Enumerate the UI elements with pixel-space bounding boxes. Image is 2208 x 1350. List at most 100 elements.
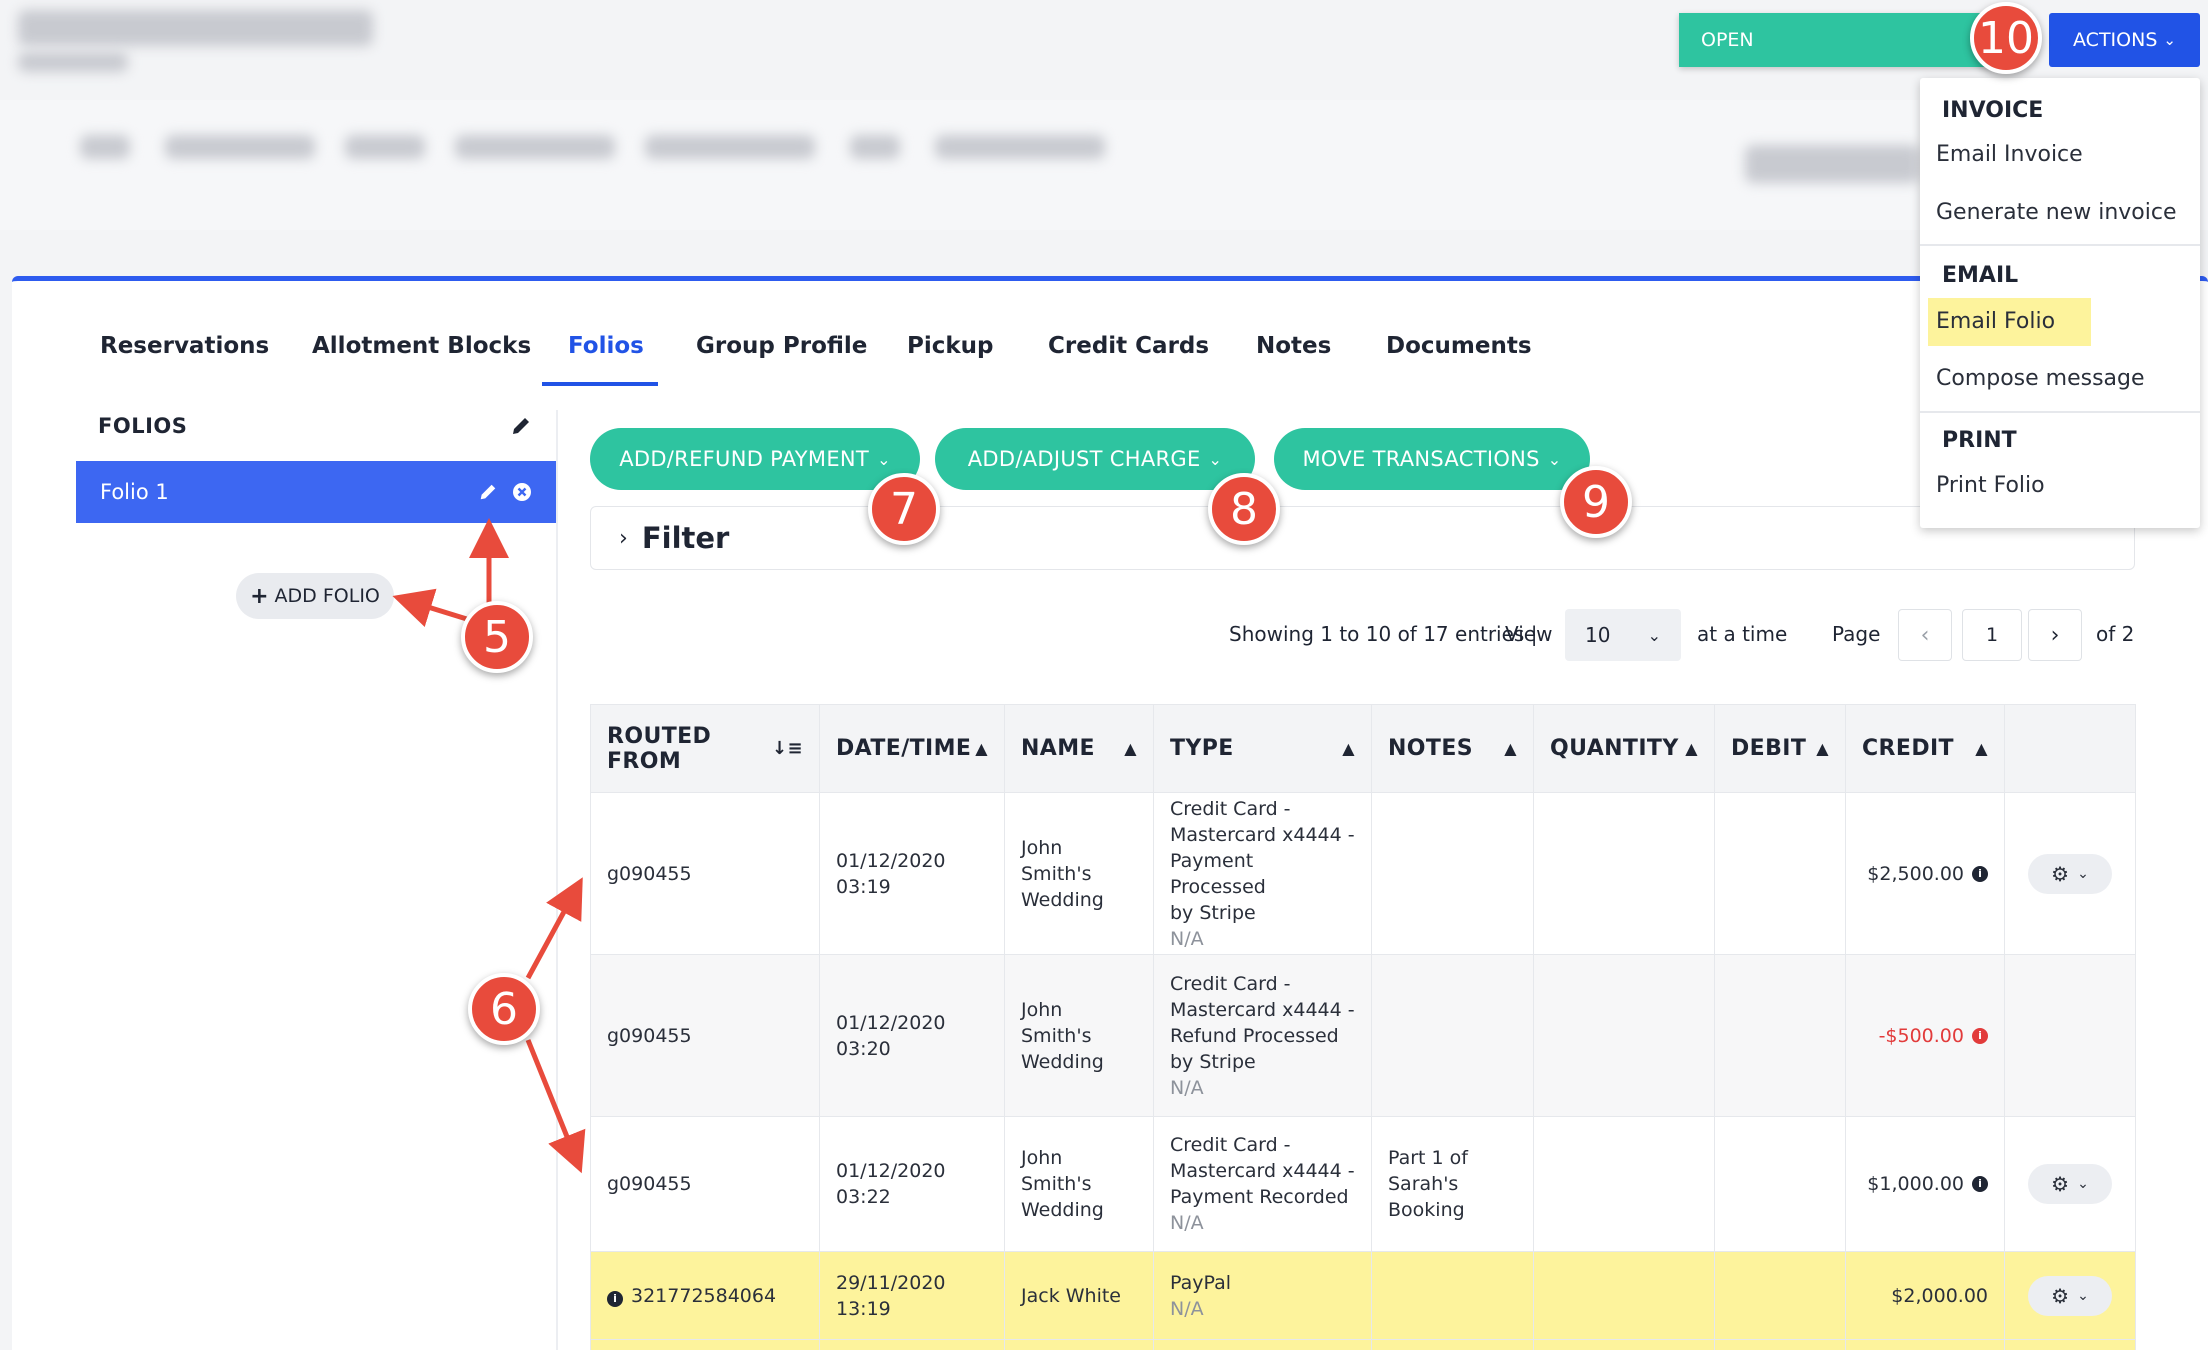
prev-page-button[interactable]: ‹ (1898, 609, 1952, 661)
tab-group-profile[interactable]: Group Profile (696, 333, 867, 359)
date-text: 01/12/2020 (836, 849, 946, 872)
date-text: 01/12/2020 (836, 1011, 946, 1034)
gear-icon: ⚙ (2051, 861, 2070, 886)
menu-item-compose-message[interactable]: Compose message (1936, 366, 2145, 391)
tab-notes[interactable]: Notes (1256, 333, 1331, 359)
move-transactions-label: MOVE TRANSACTIONS (1302, 447, 1540, 471)
menu-item-email-invoice[interactable]: Email Invoice (1936, 142, 2083, 167)
page-size-select[interactable]: 10 ⌄ (1565, 609, 1681, 661)
column-header-debit[interactable]: DEBIT ▲ (1714, 704, 1846, 793)
sort-desc-icon: ↓≡ (772, 738, 803, 759)
name-text: John (1021, 1147, 1063, 1169)
info-icon[interactable]: i (1972, 865, 1988, 882)
add-folio-button[interactable]: + ADD FOLIO (236, 573, 394, 619)
tab-documents[interactable]: Documents (1386, 333, 1532, 359)
info-icon[interactable]: i (607, 1290, 623, 1307)
sort-icon: ▲ (1685, 739, 1698, 758)
routed-from-cell: g090455 (590, 954, 820, 1117)
routed-from-text: 321772584064 (631, 1284, 777, 1307)
menu-item-generate-invoice[interactable]: Generate new invoice (1936, 200, 2177, 225)
tab-allotment-blocks[interactable]: Allotment Blocks (312, 333, 531, 359)
menu-item-print-folio[interactable]: Print Folio (1936, 473, 2045, 498)
quantity-cell (1533, 954, 1715, 1117)
column-header-label: DATE/TIME (836, 736, 972, 761)
notes-cell (1371, 792, 1534, 955)
type-text: Credit Card - (1170, 1134, 1291, 1156)
tab-credit-cards[interactable]: Credit Cards (1048, 333, 1209, 359)
chevron-down-icon: ⌄ (1547, 449, 1562, 469)
gear-icon: ⚙ (2051, 1172, 2070, 1196)
notes-cell (1371, 1251, 1534, 1340)
type-text: Mastercard x4444 - (1170, 1160, 1355, 1182)
add-refund-payment-button[interactable]: ADD/REFUND PAYMENT ⌄ (590, 428, 920, 490)
next-page-button[interactable]: › (2028, 609, 2082, 661)
name-cell: Jack White (1004, 1251, 1154, 1340)
menu-divider (1920, 244, 2200, 246)
type-text: Payment Processed (1170, 849, 1266, 898)
table-header-row: ROUTED FROM ↓≡ DATE/TIME ▲ NAME ▲ TYPE ▲ NOT… (590, 704, 2136, 793)
routed-from-cell: g090455 (590, 1116, 820, 1252)
type-text: Payment Recorded (1170, 1186, 1349, 1208)
quantity-cell (1533, 1251, 1715, 1340)
column-header-credit[interactable]: CREDIT ▲ (1845, 704, 2005, 793)
debit-cell (1714, 792, 1846, 955)
add-adjust-charge-button[interactable]: ADD/ADJUST CHARGE ⌄ (935, 428, 1255, 490)
blurred-field (345, 135, 425, 159)
page-number-input[interactable]: 1 (1962, 609, 2022, 661)
column-header-date-time[interactable]: DATE/TIME ▲ (819, 704, 1005, 793)
column-header-label: NOTES (1388, 736, 1473, 761)
filter-toggle[interactable]: › Filter (590, 506, 2135, 570)
blurred-field (645, 135, 815, 159)
name-cell: John Smith's Wedding (1004, 792, 1154, 955)
row-settings-button[interactable]: ⚙ ⌄ (2028, 1164, 2112, 1204)
column-header-name[interactable]: NAME ▲ (1004, 704, 1154, 793)
chevron-down-icon: ⌄ (2077, 1287, 2089, 1304)
debit-cell (1714, 1116, 1846, 1252)
status-open-button[interactable]: OPEN (1679, 13, 2019, 67)
info-icon[interactable]: i (1972, 1176, 1988, 1192)
pencil-icon[interactable] (510, 415, 532, 437)
type-cell: PayPal N/A (1153, 1251, 1372, 1340)
date-time-cell: 01/12/2020 03:22 (819, 1116, 1005, 1252)
sort-icon: ▲ (1342, 739, 1355, 758)
notes-text: Booking (1388, 1199, 1465, 1221)
type-text: Mastercard x4444 - (1170, 823, 1355, 846)
column-header-notes[interactable]: NOTES ▲ (1371, 704, 1534, 793)
tab-reservations[interactable]: Reservations (100, 333, 269, 359)
move-transactions-button[interactable]: MOVE TRANSACTIONS ⌄ (1274, 428, 1590, 490)
menu-item-email-folio[interactable]: Email Folio (1936, 309, 2055, 334)
name-text: John (1021, 836, 1063, 859)
routed-from-cell: i 321772584064 (590, 1251, 820, 1340)
sort-icon: ▲ (1504, 739, 1517, 758)
table-cell (2004, 1339, 2136, 1350)
row-settings-button[interactable]: ⚙ ⌄ (2028, 853, 2112, 894)
row-settings-button[interactable]: ⚙ ⌄ (2028, 1275, 2112, 1316)
name-text: Smith's (1021, 1024, 1092, 1047)
folios-heading: FOLIOS (98, 414, 188, 438)
credit-cell: $1,000.00 i (1845, 1116, 2005, 1252)
tab-pickup[interactable]: Pickup (907, 333, 994, 359)
table-cell (1371, 1339, 1534, 1350)
column-header-label: QUANTITY (1550, 736, 1679, 761)
name-text: Wedding (1021, 1050, 1104, 1073)
table-row: g090455 01/12/2020 03:19 John Smith's Weddi… (590, 792, 2136, 955)
blurred-page-title (18, 10, 373, 46)
delete-folio-icon[interactable] (512, 482, 532, 502)
column-header-type[interactable]: TYPE ▲ (1153, 704, 1372, 793)
gear-icon: ⚙ (2051, 1283, 2070, 1308)
chevron-down-icon: ⌄ (2163, 31, 2176, 49)
edit-folio-icon[interactable] (478, 482, 498, 502)
blurred-page-subtitle (18, 52, 128, 72)
sort-icon: ▲ (1816, 739, 1829, 758)
row-actions-cell: ⚙ ⌄ (2004, 1116, 2136, 1252)
actions-button[interactable]: ACTIONS ⌄ (2049, 13, 2200, 67)
info-icon[interactable]: i (1972, 1027, 1988, 1044)
date-text: 01/12/2020 (836, 1160, 946, 1182)
tab-folios[interactable]: Folios (568, 333, 644, 359)
name-text: Smith's (1021, 862, 1092, 885)
table-cell (1714, 1339, 1846, 1350)
type-text: by Stripe (1170, 901, 1256, 924)
actions-label: ACTIONS (2073, 29, 2158, 51)
column-header-quantity[interactable]: QUANTITY ▲ (1533, 704, 1715, 793)
column-header-routed-from[interactable]: ROUTED FROM ↓≡ (590, 704, 820, 793)
